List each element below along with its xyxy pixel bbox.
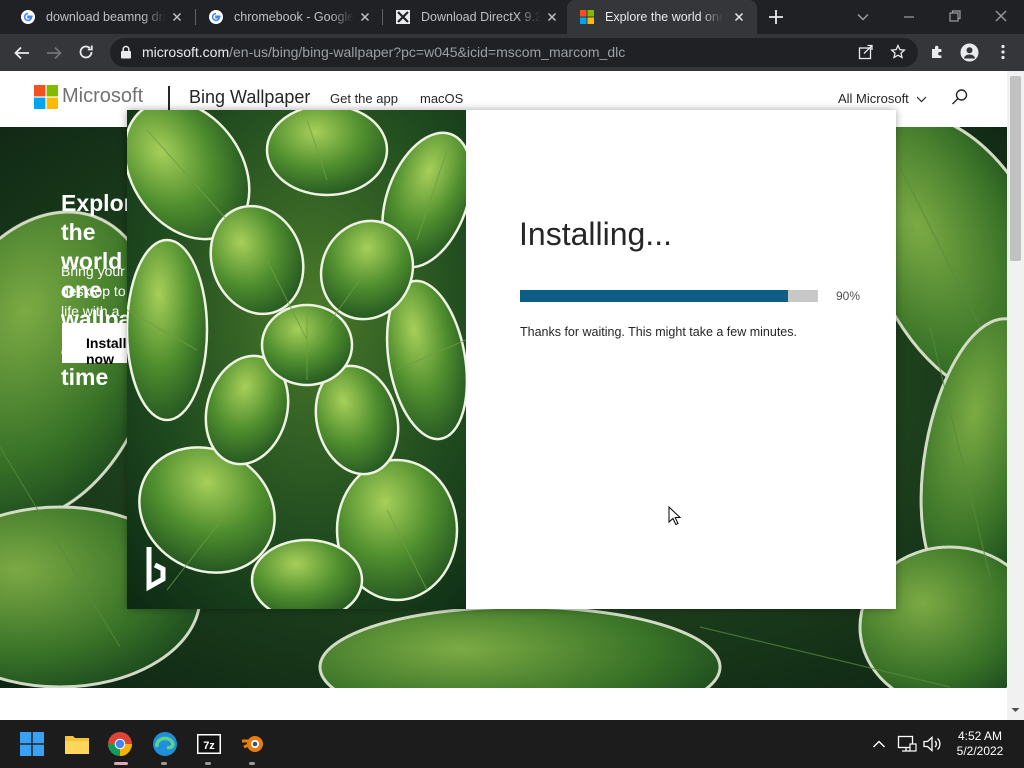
show-hidden-icons-chevron-icon[interactable] — [872, 738, 886, 750]
back-arrow-icon[interactable] — [13, 44, 31, 62]
file-explorer-icon[interactable] — [64, 733, 90, 755]
clock-date: 5/2/2022 — [956, 744, 1004, 758]
url-host: microsoft.com — [142, 44, 230, 60]
installing-title: Installing... — [519, 216, 672, 252]
taskbar-clock[interactable]: 4:52 AM 5/2/2022 — [950, 729, 1010, 759]
install-wait-message: Thanks for waiting. This might take a fe… — [520, 325, 797, 339]
scroll-down-arrow-icon[interactable] — [1010, 705, 1021, 715]
blender-running-indicator — [249, 762, 255, 765]
reload-icon[interactable] — [77, 43, 95, 61]
installer-dialog: Installing... 90% Thanks for waiting. Th… — [127, 110, 896, 609]
clock-time: 4:52 AM — [957, 729, 1003, 743]
network-icon[interactable] — [897, 735, 917, 753]
header-divider — [168, 86, 170, 110]
product-title[interactable]: Bing Wallpaper — [189, 87, 310, 108]
google-g-icon — [209, 10, 223, 24]
tab-bing-wallpaper[interactable]: Explore the world one wallpaper — [567, 0, 757, 34]
bookmark-star-icon[interactable] — [890, 44, 906, 60]
close-tab-icon[interactable] — [544, 9, 560, 25]
scrollbar-thumb[interactable] — [1010, 76, 1021, 261]
chevron-down-icon — [916, 96, 927, 103]
microsoft-logo-icon — [580, 10, 594, 24]
7zip-icon[interactable]: 7z — [196, 731, 222, 757]
chrome-icon[interactable] — [107, 731, 133, 757]
google-g-icon — [21, 10, 35, 24]
mouse-cursor-icon — [668, 506, 681, 526]
browser-menu-icon[interactable] — [995, 43, 1011, 61]
install-progress-percent: 90% — [836, 289, 861, 303]
close-tab-icon[interactable] — [169, 9, 185, 25]
edge-icon[interactable] — [152, 731, 178, 757]
extensions-puzzle-icon[interactable] — [929, 43, 947, 61]
nav-link-macos[interactable]: macOS — [420, 91, 463, 106]
share-icon[interactable] — [858, 44, 874, 60]
install-progress-fill — [520, 290, 789, 302]
blender-icon[interactable] — [240, 731, 266, 757]
tab-directx[interactable]: Download DirectX 9.29 — [375, 0, 570, 34]
tab-title: Download DirectX 9.29 — [421, 10, 541, 24]
nav-link-get-the-app[interactable]: Get the app — [330, 91, 398, 106]
url-text[interactable]: microsoft.com/en-us/bing/bing-wallpaper?… — [142, 44, 625, 60]
microsoft-logo-icon[interactable] — [34, 85, 58, 109]
minimize-icon[interactable] — [902, 10, 916, 24]
tab-download-beamng[interactable]: download beamng drive — [0, 0, 195, 34]
close-tab-icon[interactable] — [357, 9, 373, 25]
microsoft-wordmark[interactable]: Microsoft — [62, 85, 143, 108]
search-icon[interactable] — [951, 88, 969, 106]
new-tab-icon[interactable] — [767, 8, 785, 26]
close-tab-icon[interactable] — [731, 9, 747, 25]
all-microsoft-menu[interactable]: All Microsoft — [838, 91, 909, 106]
url-path: /en-us/bing/bing-wallpaper?pc=w045&icid=… — [229, 44, 626, 60]
tab-title: chromebook - Google Search — [234, 10, 354, 24]
tab-title: Explore the world one wallpaper — [605, 10, 723, 24]
install-progress-bar — [520, 290, 818, 302]
edge-running-indicator — [161, 762, 167, 765]
succulent-plant-image — [127, 110, 466, 609]
svg-text:7z: 7z — [203, 740, 215, 752]
tab-search-chevron-icon[interactable] — [856, 10, 870, 24]
tab-title: download beamng drive — [46, 10, 166, 24]
7zip-running-indicator — [205, 762, 211, 765]
volume-icon[interactable] — [922, 735, 942, 753]
directx-site-icon — [396, 10, 410, 24]
restore-icon[interactable] — [948, 9, 962, 23]
chrome-active-indicator — [114, 762, 128, 765]
close-window-icon[interactable] — [994, 9, 1008, 23]
tab-chromebook-search[interactable]: chromebook - Google Search — [188, 0, 383, 34]
lock-icon[interactable] — [120, 45, 132, 59]
forward-arrow-icon[interactable] — [45, 44, 63, 62]
profile-avatar-icon[interactable] — [960, 43, 979, 62]
start-icon[interactable] — [20, 732, 44, 756]
